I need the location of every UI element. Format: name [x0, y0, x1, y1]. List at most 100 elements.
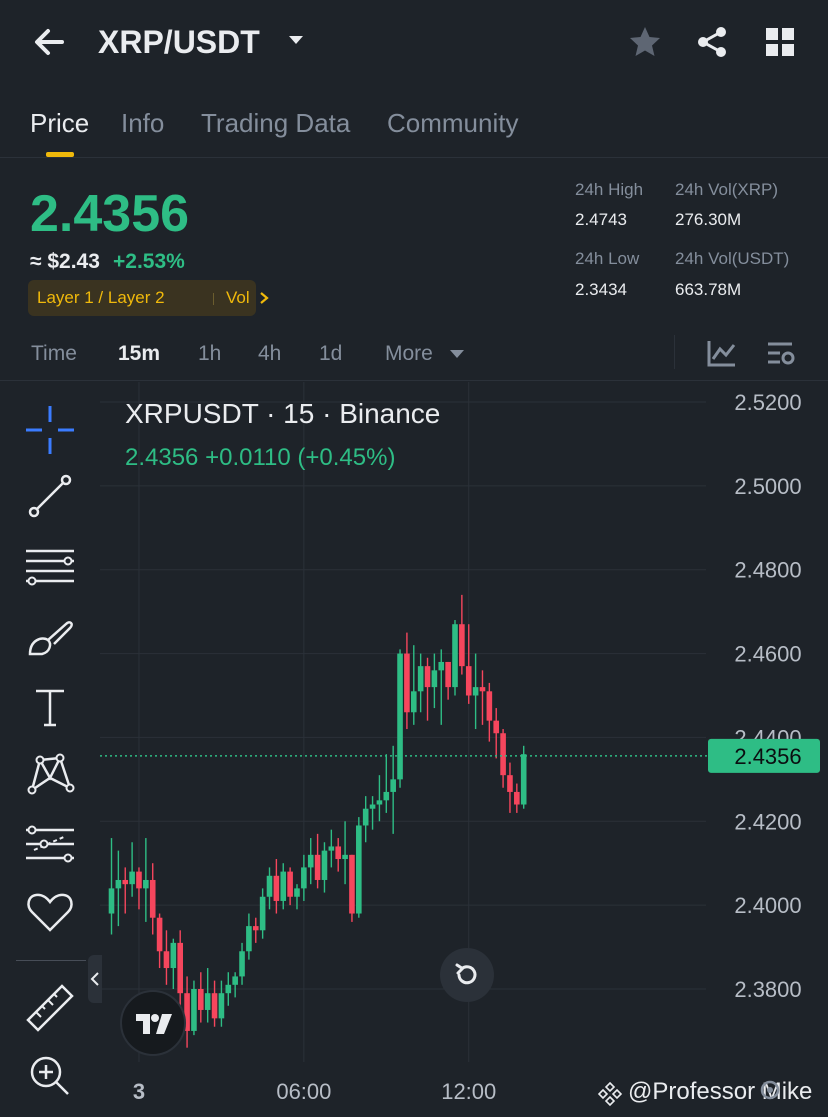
- candle-body: [156, 917, 163, 952]
- forecast-icon[interactable]: [22, 816, 78, 872]
- y-tick-label: 2.4200: [734, 809, 801, 834]
- usd-price: ≈ $2.43: [30, 250, 100, 273]
- y-tick-label: 2.5000: [734, 474, 801, 499]
- candle-body: [266, 875, 273, 897]
- tab-price[interactable]: Price: [30, 108, 89, 139]
- crosshair-icon[interactable]: [22, 402, 78, 458]
- candle-body: [397, 653, 403, 780]
- candle-body: [198, 989, 204, 1010]
- ruler-icon[interactable]: [22, 980, 78, 1036]
- candle-body: [191, 989, 197, 1031]
- y-tick-label: 2.3800: [734, 977, 801, 1002]
- tradingview-icon: [136, 1014, 172, 1034]
- timeframe-bar: Time 15m 1h 4h 1d More: [0, 325, 828, 381]
- toolbar-separator: [16, 960, 86, 961]
- vol-xrp-value: 276.30M: [675, 210, 742, 229]
- tradingview-logo[interactable]: [120, 990, 186, 1056]
- tf-4h[interactable]: 4h: [258, 342, 281, 366]
- candle-body: [376, 800, 383, 805]
- candle-body: [342, 854, 348, 860]
- candle-body: [438, 661, 445, 671]
- candle-body: [459, 624, 465, 667]
- toolbar-collapse-handle[interactable]: [88, 955, 102, 1003]
- pair-title[interactable]: XRP/USDT: [98, 24, 260, 61]
- tf-1d[interactable]: 1d: [319, 342, 342, 366]
- candle-body: [314, 854, 321, 880]
- chart-settings-icon[interactable]: [764, 337, 798, 369]
- x-tick-label: 06:00: [276, 1079, 331, 1104]
- trend-line-icon[interactable]: [22, 468, 78, 524]
- chevron-right-icon: [260, 292, 269, 304]
- candle-body: [170, 942, 177, 969]
- caret-down-icon[interactable]: [448, 347, 466, 361]
- tab-info[interactable]: Info: [121, 108, 164, 139]
- x-tick-label: 3: [133, 1079, 145, 1104]
- candle-body: [129, 871, 135, 885]
- vol-xrp-label: 24h Vol(XRP): [675, 180, 778, 199]
- back-arrow-icon[interactable]: [30, 22, 70, 62]
- category-tag[interactable]: Layer 1 / Layer 2 Vol: [28, 280, 269, 316]
- indicator-icon[interactable]: [705, 337, 739, 369]
- y-tick-label: 2.4800: [734, 558, 801, 583]
- y-tick-label: 2.5200: [734, 390, 801, 415]
- candle-body: [390, 779, 396, 792]
- watermark: @Professor Mike: [628, 1078, 813, 1105]
- candle-body: [417, 666, 424, 692]
- candle-body: [362, 808, 369, 826]
- candle-body: [218, 993, 225, 1019]
- candle-body: [108, 888, 115, 914]
- grid-icon[interactable]: [762, 24, 798, 60]
- candle-body: [472, 687, 479, 696]
- y-tick-label: 2.4000: [734, 893, 801, 918]
- candle-body: [273, 875, 280, 901]
- reset-chart-button[interactable]: [440, 948, 494, 1002]
- candle-body: [239, 951, 245, 977]
- text-icon[interactable]: [22, 679, 78, 735]
- candle-body: [149, 879, 156, 918]
- candle-body: [465, 666, 472, 696]
- candle-body: [177, 942, 183, 994]
- star-icon[interactable]: [627, 24, 663, 60]
- candle-body: [507, 775, 513, 792]
- candle-body: [514, 791, 520, 805]
- current-price-label: 2.4356: [734, 744, 801, 769]
- candle-body: [335, 846, 342, 860]
- brush-icon[interactable]: [22, 610, 78, 666]
- candle-body: [301, 867, 307, 889]
- candle-body: [252, 926, 259, 931]
- tf-1h[interactable]: 1h: [198, 342, 221, 366]
- chevron-left-icon: [90, 972, 99, 986]
- candle-body: [211, 993, 218, 1019]
- candle-body: [500, 733, 506, 776]
- pattern-icon[interactable]: [22, 746, 78, 802]
- tab-bar: Price Info Trading Data Community: [0, 88, 828, 158]
- candle-body: [486, 691, 493, 721]
- zoom-in-icon[interactable]: [22, 1048, 78, 1104]
- tag-divider: [213, 293, 214, 305]
- candle-body: [232, 976, 238, 985]
- fib-lines-icon[interactable]: [22, 539, 78, 595]
- candle-body: [369, 804, 376, 809]
- settings-icon[interactable]: [756, 1076, 784, 1104]
- candle-body: [259, 896, 266, 931]
- tag-layers: Layer 1 / Layer 2: [37, 288, 165, 307]
- candle-body: [136, 871, 142, 889]
- tf-more[interactable]: More: [385, 342, 433, 366]
- tf-15m[interactable]: 15m: [118, 342, 160, 366]
- candle-body: [280, 871, 287, 901]
- tf-time[interactable]: Time: [31, 342, 77, 366]
- tab-trading-data[interactable]: Trading Data: [201, 108, 350, 139]
- candle-body: [122, 879, 129, 885]
- candle-body: [404, 653, 410, 713]
- share-icon[interactable]: [694, 24, 730, 60]
- candle-body: [445, 661, 451, 688]
- vol-usdt-label: 24h Vol(USDT): [675, 249, 790, 268]
- low-value: 2.3434: [575, 280, 627, 299]
- candle-body: [246, 926, 252, 952]
- heart-icon[interactable]: [22, 884, 78, 940]
- candle-body: [410, 691, 417, 713]
- caret-down-icon[interactable]: [286, 30, 306, 50]
- candle-body: [349, 854, 355, 914]
- candle-body: [431, 670, 438, 688]
- tab-community[interactable]: Community: [387, 108, 518, 139]
